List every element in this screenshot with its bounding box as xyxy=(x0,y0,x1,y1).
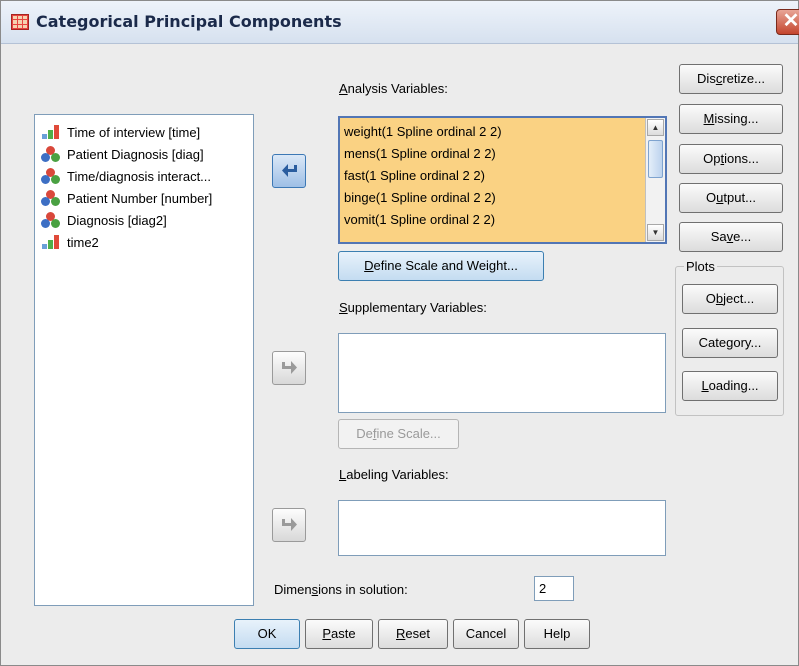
output-button[interactable]: Output... xyxy=(679,183,783,213)
dimensions-label: Dimensions in solution: xyxy=(274,582,408,597)
title-bar: Categorical Principal Components ✕ xyxy=(1,1,799,44)
define-scale-weight-button[interactable]: Define Scale and Weight... xyxy=(338,251,544,281)
discretize-button[interactable]: Discretize... xyxy=(679,64,783,94)
scroll-up-icon[interactable]: ▲ xyxy=(647,119,664,136)
save-button[interactable]: Save... xyxy=(679,222,783,252)
plots-group-label: Plots xyxy=(684,259,717,274)
list-item[interactable]: binge(1 Spline ordinal 2 2) xyxy=(344,187,496,208)
category-plot-button[interactable]: Category... xyxy=(682,328,778,358)
missing-button[interactable]: Missing... xyxy=(679,104,783,134)
list-item[interactable]: time2 xyxy=(41,233,99,253)
scroll-thumb[interactable] xyxy=(648,140,663,178)
list-item[interactable]: weight(1 Spline ordinal 2 2) xyxy=(344,121,502,142)
nominal-icon xyxy=(41,168,61,184)
supplementary-variables-label: Supplementary Variables: xyxy=(339,300,487,315)
list-item[interactable]: Diagnosis [diag2] xyxy=(41,211,167,231)
scale-bars-icon xyxy=(41,124,61,140)
arrow-left-icon xyxy=(282,164,297,177)
nominal-icon xyxy=(41,212,61,228)
window-title: Categorical Principal Components xyxy=(36,12,342,31)
scale-bars-icon xyxy=(41,234,61,250)
scroll-down-icon[interactable]: ▼ xyxy=(647,224,664,241)
define-scale-button[interactable]: Define Scale... xyxy=(338,419,459,449)
list-item[interactable]: Time/diagnosis interact... xyxy=(41,167,211,187)
move-to-analysis-button[interactable] xyxy=(272,154,306,188)
cancel-button[interactable]: Cancel xyxy=(453,619,519,649)
reset-button[interactable]: Reset xyxy=(378,619,448,649)
paste-button[interactable]: Paste xyxy=(305,619,373,649)
nominal-icon xyxy=(41,146,61,162)
loading-plot-button[interactable]: Loading... xyxy=(682,371,778,401)
analysis-variables-label: Analysis Variables: xyxy=(339,81,448,96)
move-to-supplementary-button[interactable] xyxy=(272,351,306,385)
options-button[interactable]: Options... xyxy=(679,144,783,174)
list-item[interactable]: fast(1 Spline ordinal 2 2) xyxy=(344,165,485,186)
arrow-right-icon xyxy=(282,518,297,531)
list-item[interactable]: Patient Number [number] xyxy=(41,189,212,209)
move-to-labeling-button[interactable] xyxy=(272,508,306,542)
list-item[interactable]: mens(1 Spline ordinal 2 2) xyxy=(344,143,496,164)
dimensions-input[interactable]: 2 xyxy=(534,576,574,601)
close-icon[interactable]: ✕ xyxy=(776,9,799,35)
source-variable-list[interactable]: Time of interview [time] Patient Diagnos… xyxy=(34,114,254,606)
labeling-variables-list[interactable] xyxy=(338,500,666,556)
app-table-icon xyxy=(11,14,29,30)
vertical-scrollbar[interactable]: ▲ ▼ xyxy=(645,118,665,242)
labeling-variables-label: Labeling Variables: xyxy=(339,467,449,482)
analysis-variables-list[interactable]: weight(1 Spline ordinal 2 2) mens(1 Spli… xyxy=(338,116,667,244)
list-item[interactable]: Time of interview [time] xyxy=(41,123,200,143)
ok-button[interactable]: OK xyxy=(234,619,300,649)
dialog-window: Categorical Principal Components ✕ Time … xyxy=(0,0,799,666)
supplementary-variables-list[interactable] xyxy=(338,333,666,413)
arrow-right-icon xyxy=(282,361,297,374)
list-item[interactable]: Patient Diagnosis [diag] xyxy=(41,145,204,165)
list-item[interactable]: vomit(1 Spline ordinal 2 2) xyxy=(344,209,495,230)
help-button[interactable]: Help xyxy=(524,619,590,649)
object-plot-button[interactable]: Object... xyxy=(682,284,778,314)
nominal-icon xyxy=(41,190,61,206)
